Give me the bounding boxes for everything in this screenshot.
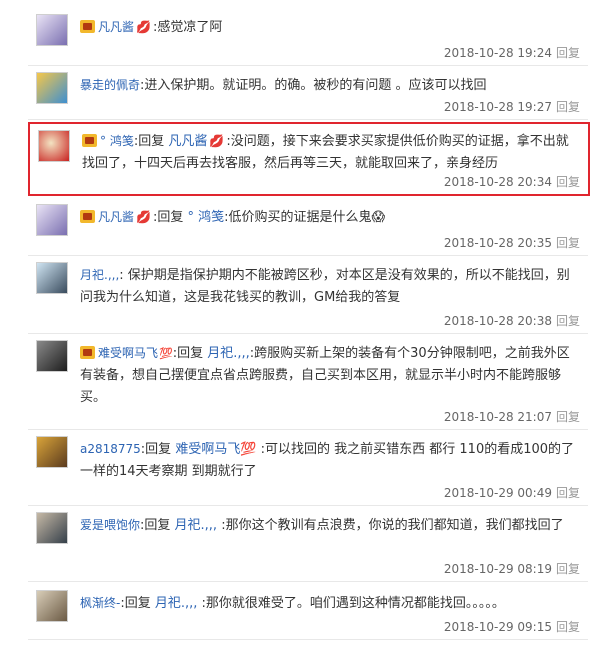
reply-text: :回复	[120, 596, 155, 611]
avatar[interactable]	[36, 590, 68, 622]
reply-button[interactable]: 回复	[556, 410, 580, 424]
username-link[interactable]: ° 鸿笺	[100, 134, 134, 148]
reply-time: 2018-10-28 20:38	[443, 314, 552, 328]
mention-link[interactable]: ° 鸿笺	[187, 210, 224, 225]
reply-button[interactable]: 回复	[556, 314, 580, 328]
reply-item-highlighted: ° 鸿笺:回复 凡凡酱 💋:没问题，接下来会要求买家提供低价购买的证据，拿不出就找…	[28, 122, 590, 196]
reply-button[interactable]: 回复	[556, 46, 580, 60]
reply-button[interactable]: 回复	[556, 486, 580, 500]
vip-badge-icon	[80, 346, 95, 359]
reply-item: 凡凡酱 💋:回复 ° 鸿笺:低价购买的证据是什么鬼😱 2018-10-28 20:…	[28, 198, 588, 256]
avatar[interactable]	[36, 340, 68, 372]
reply-button[interactable]: 回复	[556, 100, 580, 114]
reply-time: 2018-10-28 20:35	[443, 236, 552, 250]
username-link[interactable]: 难受啊马飞	[98, 346, 158, 360]
reply-button[interactable]: 回复	[556, 236, 580, 250]
reply-item: a2818775:回复 难受啊马飞💯 :可以找回的 我之前买错东西 都行 110…	[28, 430, 588, 506]
username-link[interactable]: 爱是喂饱你	[80, 518, 140, 532]
reply-button[interactable]: 回复	[556, 620, 580, 634]
reply-text: :回复	[172, 346, 208, 361]
level-icon: 💯	[159, 347, 173, 360]
reply-time: 2018-10-28 19:24	[443, 46, 552, 60]
lips-icon: 💋	[136, 210, 151, 224]
reply-text: :那你就很难受了。咱们遇到这种情况都能找回。。。。。	[197, 596, 505, 611]
reply-item: 枫渐终-:回复 月祀.,,, :那你就很难受了。咱们遇到这种情况都能找回。。。。…	[28, 584, 588, 640]
reply-item: 难受啊马飞💯:回复 月祀.,,,:跨服购买新上架的装备有个30分钟限制吧，之前我…	[28, 334, 588, 430]
username-link[interactable]: 月祀.,,,	[80, 268, 119, 282]
username-link[interactable]: 枫渐终-	[80, 596, 120, 610]
reply-text: :感觉凉了阿	[152, 20, 223, 35]
reply-time: 2018-10-29 00:49	[443, 486, 552, 500]
reply-text: :低价购买的证据是什么鬼😱	[224, 210, 386, 225]
reply-item: 暴走的佩奇:进入保护期。就证明。的确。被秒的有问题 。应该可以找回 2018-1…	[28, 66, 588, 120]
mention-link[interactable]: 月祀.,,,	[155, 596, 198, 611]
mention-link[interactable]: 凡凡酱	[168, 134, 207, 149]
lips-icon: 💋	[136, 20, 151, 34]
avatar[interactable]	[36, 436, 68, 468]
reply-time: 2018-10-28 19:27	[443, 100, 552, 114]
reply-button[interactable]: 回复	[556, 175, 580, 189]
mention-link[interactable]: 月祀.,,,	[207, 346, 250, 361]
avatar[interactable]	[36, 72, 68, 104]
reply-time: 2018-10-29 09:15	[443, 620, 552, 634]
avatar[interactable]	[36, 14, 68, 46]
reply-text: :回复	[140, 518, 175, 533]
reply-button[interactable]: 回复	[556, 562, 580, 576]
username-link[interactable]: a2818775	[80, 442, 141, 456]
reply-time: 2018-10-28 20:34	[443, 175, 552, 189]
username-link[interactable]: 凡凡酱	[98, 20, 134, 34]
reply-item: 爱是喂饱你:回复 月祀.,,, :那你这个教训有点浪费，你说的我们都知道，我们都…	[28, 506, 588, 582]
avatar[interactable]	[38, 130, 70, 162]
mention-link[interactable]: 月祀.,,,	[175, 518, 218, 533]
reply-text: :进入保护期。就证明。的确。被秒的有问题 。应该可以找回	[140, 78, 487, 93]
reply-thread: 凡凡酱 💋:感觉凉了阿 2018-10-28 19:24 回复 暴走的佩奇:进入保护…	[0, 0, 610, 648]
reply-text: :回复	[133, 134, 169, 149]
reply-text: :那你这个教训有点浪费，你说的我们都知道，我们都找回了	[217, 518, 564, 533]
reply-item: 月祀.,,,: 保护期是指保护期内不能被跨区秒，对本区是没有效果的，所以不能找回…	[28, 256, 588, 334]
avatar[interactable]	[36, 512, 68, 544]
lips-icon: 💋	[209, 134, 225, 148]
vip-badge-icon	[80, 210, 95, 223]
reply-text: :回复	[152, 210, 188, 225]
username-link[interactable]: 暴走的佩奇	[80, 78, 140, 92]
username-link[interactable]: 凡凡酱	[98, 210, 134, 224]
reply-time: 2018-10-29 08:19	[443, 562, 552, 576]
vip-badge-icon	[82, 134, 97, 147]
reply-time: 2018-10-28 21:07	[443, 410, 552, 424]
reply-item: 凡凡酱 💋:感觉凉了阿 2018-10-28 19:24 回复	[28, 8, 588, 66]
avatar[interactable]	[36, 204, 68, 236]
vip-badge-icon	[80, 20, 95, 33]
reply-text: : 保护期是指保护期内不能被跨区秒，对本区是没有效果的，所以不能找回，别问我为什…	[80, 268, 570, 305]
mention-link[interactable]: 难受啊马飞💯	[175, 442, 256, 457]
avatar[interactable]	[36, 262, 68, 294]
reply-text: :回复	[140, 442, 176, 457]
